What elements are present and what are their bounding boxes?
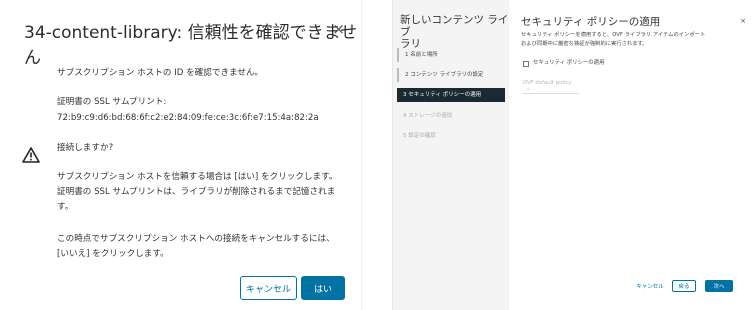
thumbprint-value: 72:b9:c9:d6:bd:68:6f:c2:e2:84:09:fe:ce:3…: [57, 113, 319, 123]
description-line-2: および同期中に厳密な検証が強制的に実行されます。: [521, 41, 648, 47]
step-review: 5 設定の確認: [403, 133, 436, 139]
info-line-1: サブスクリプション ホストを信頼する場合は [はい] をクリックします。: [57, 172, 338, 182]
wizard-sidebar: 新しいコンテンツ ライブ ラリ 1 名前と場所 2 コンテンツ ライブラリの設定…: [393, 0, 509, 310]
yes-button[interactable]: はい: [301, 276, 345, 300]
step-library-settings[interactable]: 2 コンテンツ ライブラリの設定: [397, 68, 505, 82]
cancel-info-line-1: この時点でサブスクリプション ホストへの接続をキャンセルするには、: [57, 234, 335, 244]
policy-select[interactable]: OVF default policy ⌄: [523, 80, 579, 94]
warning-triangle-icon: [22, 147, 40, 163]
info-line-3: す。: [57, 202, 74, 212]
cancel-button[interactable]: キャンセル: [635, 280, 665, 292]
info-line-2: 証明書の SSL サムプリントは、ライブラリが削除されるまで記憶されま: [57, 187, 336, 197]
close-icon[interactable]: ×: [740, 17, 746, 25]
apply-policy-checkbox[interactable]: [523, 61, 529, 67]
apply-policy-label[interactable]: セキュリティ ポリシーの適用: [533, 58, 604, 66]
policy-select-value: OVF default policy: [523, 80, 572, 86]
description-line-1: セキュリティ ポリシーを適用すると、OVF ライブラリ アイテムのインポート: [521, 32, 706, 38]
connect-question: 接続しますか?: [57, 143, 114, 153]
step-security-policy[interactable]: 3 セキュリティ ポリシーの適用: [397, 88, 505, 102]
cancel-info-line-2: [いいえ] をクリックします。: [57, 249, 169, 259]
step-add-storage: 4 ストレージの追加: [403, 113, 453, 119]
back-button[interactable]: 戻る: [672, 280, 696, 292]
wizard-title-line-1: 新しいコンテンツ ライブ: [400, 14, 509, 38]
page-title: セキュリティ ポリシーの適用: [521, 16, 661, 28]
cancel-button[interactable]: キャンセル: [240, 276, 297, 300]
message-id-text: サブスクリプション ホストの ID を確認できません。: [57, 68, 264, 78]
close-icon[interactable]: ×: [332, 20, 345, 38]
wizard-title: 新しいコンテンツ ライブ ラリ: [400, 14, 509, 50]
next-button[interactable]: 次へ: [705, 280, 733, 292]
trust-dialog: 34-content-library: 信頼性を確認できません × サブスクリプ…: [0, 0, 362, 310]
step-name-location[interactable]: 1 名前と場所: [397, 48, 505, 62]
chevron-down-icon: ⌄: [526, 86, 531, 92]
new-library-wizard: 新しいコンテンツ ライブ ラリ 1 名前と場所 2 コンテンツ ライブラリの設定…: [392, 0, 752, 310]
description: セキュリティ ポリシーを適用すると、OVF ライブラリ アイテムのインポート お…: [521, 31, 705, 49]
thumbprint-label: 証明書の SSL サムプリント:: [57, 97, 167, 107]
dialog-title: 34-content-library: 信頼性を確認できません: [24, 23, 358, 68]
